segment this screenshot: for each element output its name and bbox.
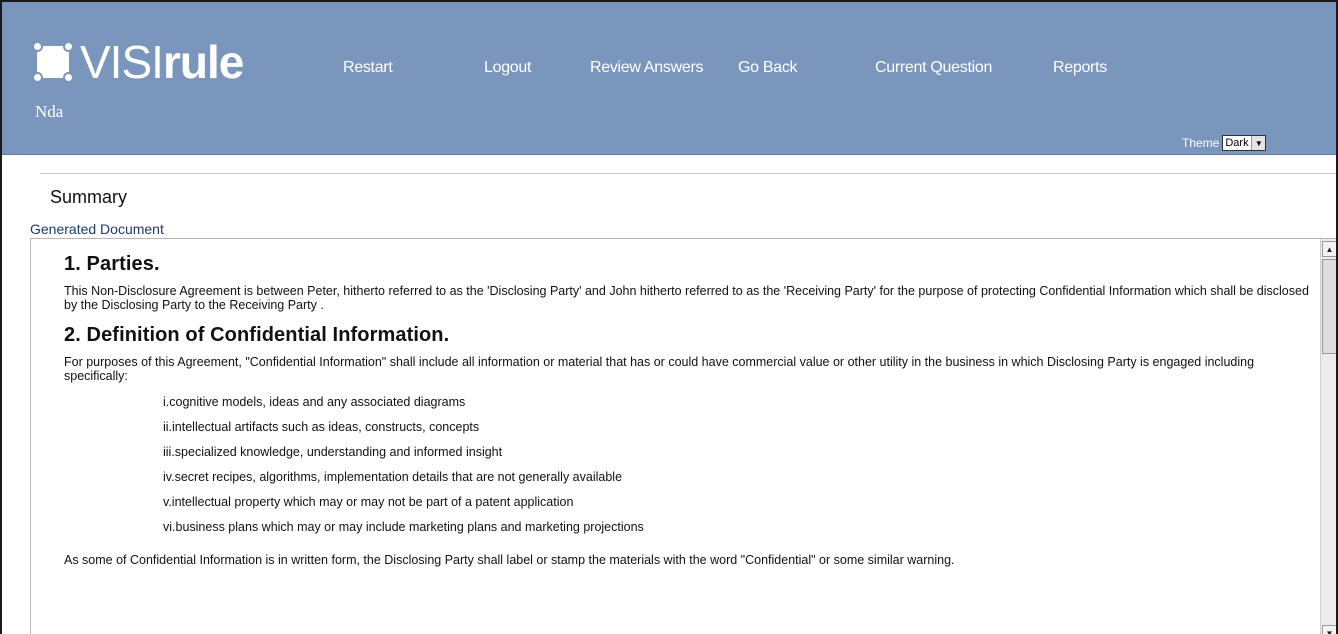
app-window: VISIrule Nda Restart Logout Review Answe… bbox=[0, 0, 1338, 634]
list-item: vi.business plans which may or may inclu… bbox=[163, 520, 644, 534]
nav-reports[interactable]: Reports bbox=[1053, 59, 1107, 77]
summary-title: Summary bbox=[50, 187, 128, 207]
app-name: Nda bbox=[35, 102, 64, 121]
list-item: iv.secret recipes, algorithms, implement… bbox=[163, 470, 623, 484]
divider bbox=[40, 173, 1336, 174]
nav-logout[interactable]: Logout bbox=[484, 59, 531, 77]
logo-icon bbox=[32, 41, 74, 83]
scroll-thumb[interactable] bbox=[1322, 259, 1336, 354]
chevron-down-icon[interactable]: ▼ bbox=[1251, 136, 1266, 150]
scroll-down-icon[interactable]: ▼ bbox=[1322, 625, 1336, 634]
nav-restart[interactable]: Restart bbox=[343, 59, 393, 77]
list-item: v.intellectual property which may or may… bbox=[163, 495, 574, 509]
generated-document-label: Generated Document bbox=[30, 221, 164, 237]
section-1-heading: 1. Parties. bbox=[64, 253, 160, 275]
theme-selector: Theme Dark ▼ bbox=[1182, 135, 1267, 151]
logo-text: VISIrule bbox=[80, 36, 244, 88]
logo-text-thin: VISI bbox=[80, 36, 164, 88]
header-bar: VISIrule Nda Restart Logout Review Answe… bbox=[2, 2, 1336, 155]
list-item: iii.specialized knowledge, understanding… bbox=[163, 445, 503, 459]
nav-review-answers[interactable]: Review Answers bbox=[590, 59, 703, 77]
section-2-heading: 2. Definition of Confidential Informatio… bbox=[64, 324, 450, 346]
logo-text-bold: rule bbox=[162, 36, 244, 88]
section-2-closing: As some of Confidential Information is i… bbox=[64, 553, 955, 567]
list-item: ii.intellectual artifacts such as ideas,… bbox=[163, 420, 480, 434]
nav-current-question[interactable]: Current Question bbox=[875, 59, 992, 77]
section-1-text: This Non-Disclosure Agreement is between… bbox=[64, 284, 1309, 312]
section-2-intro: For purposes of this Agreement, "Confide… bbox=[64, 355, 1255, 383]
theme-label: Theme bbox=[1182, 136, 1220, 150]
confidential-items-list: i.cognitive models, ideas and any associ… bbox=[163, 395, 1314, 545]
document-content: 1. Parties. This Non-Disclosure Agreemen… bbox=[64, 253, 1314, 579]
visirule-logo[interactable]: VISIrule bbox=[32, 32, 244, 92]
list-item: i.cognitive models, ideas and any associ… bbox=[163, 395, 466, 409]
theme-value: Dark bbox=[1225, 137, 1249, 149]
theme-dropdown[interactable]: Dark ▼ bbox=[1222, 135, 1267, 151]
nav-go-back[interactable]: Go Back bbox=[738, 59, 798, 77]
vertical-scrollbar[interactable]: ▲ ▼ bbox=[1320, 239, 1336, 634]
document-viewer[interactable]: 1. Parties. This Non-Disclosure Agreemen… bbox=[30, 238, 1336, 634]
scroll-up-icon[interactable]: ▲ bbox=[1322, 241, 1336, 257]
